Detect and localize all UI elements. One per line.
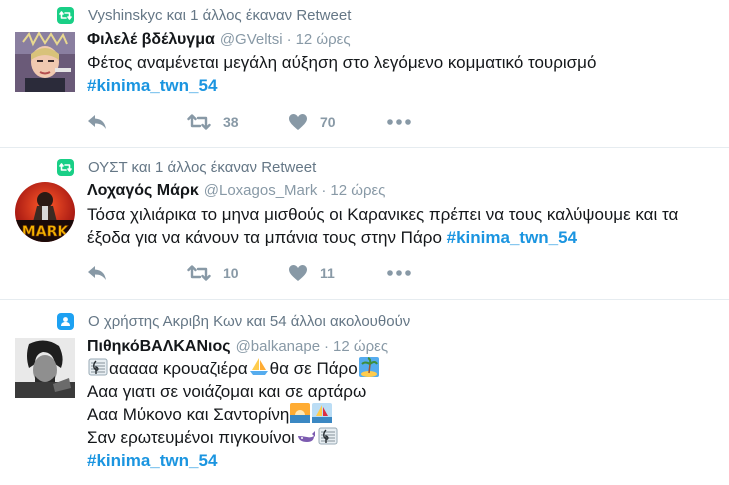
retweet-count: 10 [223, 265, 239, 281]
hashtag-link[interactable]: #kinima_twn_54 [87, 76, 217, 95]
user-fullname[interactable]: ΠιθηκόΒΑΛΚΑΝιος [87, 338, 231, 356]
tweet-text: Τόσα χιλιάρικα το μηνα μισθούς οι Καρανι… [87, 203, 721, 249]
user-handle[interactable]: @Loxagos_Mark [204, 182, 318, 199]
tweet-text-line: θα σε Πάρο [269, 359, 358, 378]
retweet-button[interactable]: 38 [187, 114, 288, 130]
tweet-text-line: Φέτος αναμένεται μεγάλη αύξηση στο λεγόμ… [87, 53, 597, 72]
hashtag-link[interactable]: #kinima_twn_54 [87, 451, 217, 470]
user-handle[interactable]: @GVeltsi [220, 31, 283, 48]
context-text[interactable]: ΟΥΣΤ και 1 άλλος έκαναν Retweet [88, 159, 316, 176]
tweet-text: Φέτος αναμένεται μεγάλη αύξηση στο λεγόμ… [87, 51, 721, 97]
hashtag-link[interactable]: #kinima_twn_54 [447, 228, 577, 247]
like-count: 70 [320, 114, 336, 130]
separator-dot: · [324, 338, 330, 355]
more-icon [387, 270, 411, 276]
retweet-button[interactable]: 10 [187, 265, 288, 281]
retweet-icon [187, 265, 211, 281]
avatar[interactable] [15, 32, 75, 92]
tweet-header: Φιλελέ βδέλυγμα @GVeltsi · 12 ώρες [87, 31, 351, 49]
tweet[interactable]: Vyshinskyc και 1 άλλος έκαναν Retweet Φι… [0, 0, 729, 148]
tweet-header: ΠιθηκόΒΑΛΚΑΝιος @balkanape · 12 ώρες [87, 338, 388, 356]
reply-button[interactable] [87, 114, 187, 130]
context-text[interactable]: Ο χρήστης Ακριβη Κων και 54 άλλοι ακολου… [88, 313, 410, 330]
desert-island-emoji-icon [358, 357, 379, 377]
user-handle[interactable]: @balkanape [236, 338, 320, 355]
retweet-icon [57, 158, 74, 176]
tweet-text-line: Ααα γιατι σε νοιάζομαι και σε αρτάρω [87, 382, 367, 401]
tweet-actions: 38 70 [87, 111, 411, 133]
like-button[interactable]: 11 [288, 264, 387, 282]
separator-dot: · [321, 182, 327, 199]
sailboat-emoji-icon [312, 403, 333, 423]
timestamp[interactable]: 12 ώρες [296, 31, 351, 48]
heart-icon [289, 265, 307, 281]
retweet-icon [187, 114, 211, 130]
retweet-icon [57, 6, 74, 24]
reply-button[interactable] [87, 265, 187, 281]
like-count: 11 [320, 265, 335, 281]
tweet-text-line: έξοδα για να κάνουν τα μπάνια τους στην … [87, 228, 442, 247]
separator-dot: · [286, 31, 292, 48]
reply-icon [88, 115, 106, 129]
timestamp[interactable]: 12 ώρες [333, 338, 388, 355]
follow-context: Ο χρήστης Ακριβη Κων και 54 άλλοι ακολου… [57, 312, 410, 330]
retweet-count: 38 [223, 114, 239, 130]
like-button[interactable]: 70 [288, 113, 387, 131]
reply-icon [88, 266, 106, 280]
sailboat-emoji-icon [249, 358, 268, 375]
tweet-text-line: Τόσα χιλιάρικα το μηνα μισθούς οι Καρανι… [87, 205, 679, 224]
sunrise-emoji-icon [290, 403, 311, 423]
musical-score-emoji-icon [88, 358, 108, 376]
timestamp[interactable]: 12 ώρες [330, 182, 385, 199]
tweet-text: ααααα κρουαζιέρα θα σε Πάρο Ααα γιατι σε … [87, 357, 721, 472]
context-text[interactable]: Vyshinskyc και 1 άλλος έκαναν Retweet [88, 7, 351, 24]
more-button[interactable] [387, 119, 411, 125]
user-fullname[interactable]: Φιλελέ βδέλυγμα [87, 31, 215, 49]
avatar-logo-text: MARK [22, 224, 70, 240]
tweet-text-line: Ααα Μύκονο και Σαντορίνη [87, 405, 290, 424]
more-icon [387, 119, 411, 125]
tweet-text-line: ααααα κρουαζιέρα [109, 359, 248, 378]
more-button[interactable] [387, 270, 411, 276]
tweet-actions: 10 11 [87, 262, 411, 284]
retweet-context: ΟΥΣΤ και 1 άλλος έκαναν Retweet [57, 158, 316, 176]
user-fullname[interactable]: Λοχαγός Μάρκ [87, 182, 199, 200]
heart-icon [289, 114, 307, 130]
tweet[interactable]: Ο χρήστης Ακριβη Κων και 54 άλλοι ακολου… [0, 300, 729, 485]
follow-icon [57, 312, 74, 330]
tweet[interactable]: ΟΥΣΤ και 1 άλλος έκαναν Retweet MARK Λοχ… [0, 148, 729, 300]
avatar[interactable]: MARK [15, 182, 75, 242]
whale-emoji-icon [297, 431, 315, 442]
musical-score-emoji-icon [318, 427, 338, 445]
tweet-text-line: Σαν ερωτευμένοι πιγκουίνοι [87, 428, 295, 447]
avatar[interactable] [15, 338, 75, 398]
retweet-context: Vyshinskyc και 1 άλλος έκαναν Retweet [57, 6, 351, 24]
tweet-header: Λοχαγός Μάρκ @Loxagos_Mark · 12 ώρες [87, 182, 385, 200]
timeline: Vyshinskyc και 1 άλλος έκαναν Retweet Φι… [0, 0, 729, 485]
